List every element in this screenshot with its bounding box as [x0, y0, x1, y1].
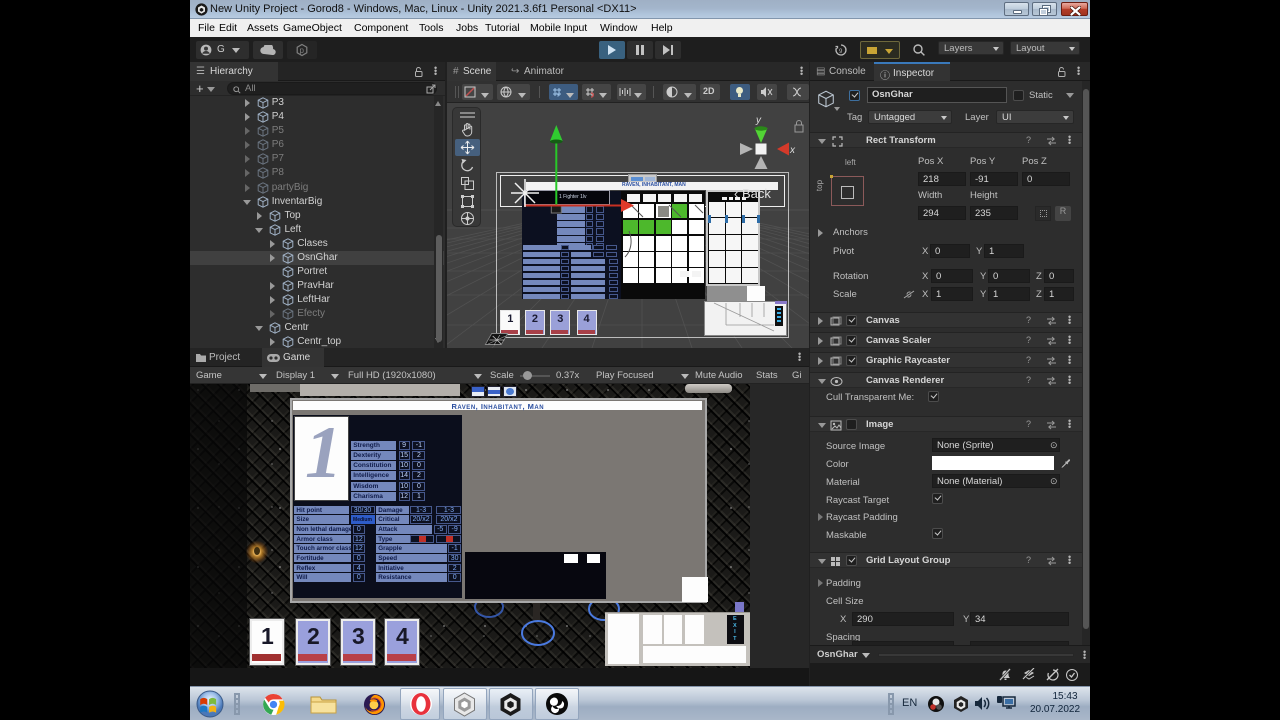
- svg-text:p: p: [300, 46, 305, 55]
- svg-text:y: y: [755, 115, 762, 126]
- svg-text:9: 9: [839, 49, 843, 55]
- svg-text:Y: Y: [556, 93, 560, 98]
- svg-text:x: x: [789, 145, 796, 156]
